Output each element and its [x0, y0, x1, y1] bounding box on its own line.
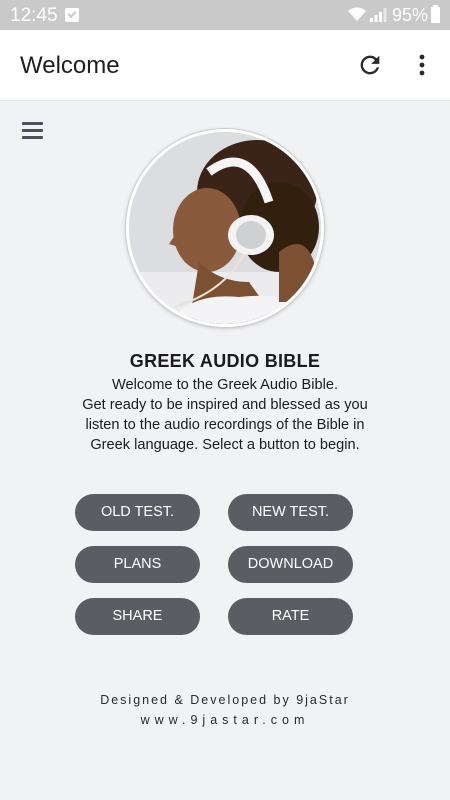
description-line: Welcome to the Greek Audio Bible. — [111, 377, 339, 393]
description-line: Greek language. Select a button to begin… — [90, 437, 360, 453]
old-testament-button[interactable]: OLD TEST. — [75, 494, 200, 531]
hamburger-line — [22, 129, 43, 132]
more-vert-icon[interactable] — [410, 51, 434, 79]
plans-button[interactable]: PLANS — [75, 546, 200, 583]
notification-check-icon — [65, 8, 79, 22]
status-bar: 12:45 95% — [0, 0, 450, 30]
signal-icon — [370, 8, 387, 22]
battery-icon — [431, 5, 440, 23]
hero-image — [126, 129, 324, 327]
developer-credit: Designed & Developed by 9jaStar — [100, 693, 350, 707]
woman-with-headphones-photo — [129, 132, 321, 324]
hamburger-menu-icon[interactable] — [22, 120, 46, 142]
app-heading: GREEK AUDIO BIBLE — [129, 351, 321, 371]
download-button[interactable]: DOWNLOAD — [228, 546, 353, 583]
share-button[interactable]: SHARE — [75, 598, 200, 635]
refresh-icon[interactable] — [356, 51, 384, 79]
status-time: 12:45 — [10, 5, 58, 26]
developer-website[interactable]: www.9jastar.com — [0, 713, 450, 727]
page-title: Welcome — [20, 52, 120, 79]
hamburger-line — [22, 136, 43, 139]
new-testament-button[interactable]: NEW TEST. — [228, 494, 353, 531]
hamburger-line — [22, 122, 43, 125]
app-bar: Welcome — [0, 30, 450, 101]
wifi-icon — [348, 7, 366, 21]
description-line: listen to the audio recordings of the Bi… — [85, 417, 365, 433]
welcome-description: Welcome to the Greek Audio Bible. Get re… — [60, 375, 390, 455]
rate-button[interactable]: RATE — [228, 598, 353, 635]
battery-percentage: 95% — [392, 5, 429, 25]
description-line: Get ready to be inspired and blessed as … — [82, 397, 368, 413]
